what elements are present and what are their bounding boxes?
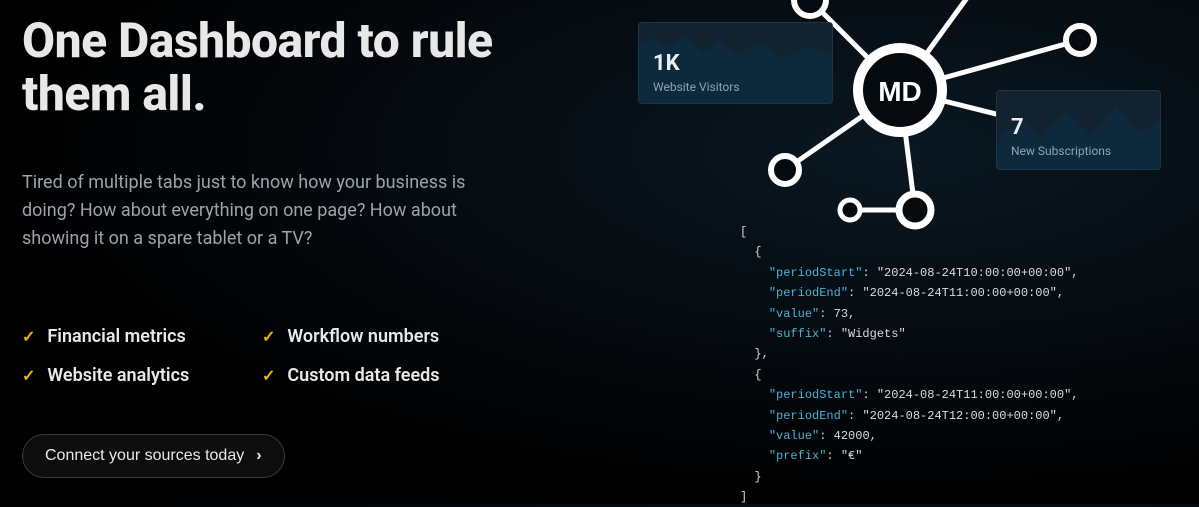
page-subtext: Tired of multiple tabs just to know how …: [22, 169, 502, 254]
stat-value: 1K: [653, 51, 818, 76]
cta-label: Connect your sources today: [45, 447, 244, 465]
stat-card-visitors: 1K Website Visitors: [638, 22, 833, 104]
feature-label: Financial metrics: [47, 326, 185, 347]
stat-label: Website Visitors: [653, 80, 818, 94]
feature-label: Workflow numbers: [287, 326, 439, 347]
stat-card-subscriptions: 7 New Subscriptions: [996, 90, 1161, 170]
feature-list: ✓ Financial metrics ✓ Workflow numbers ✓…: [22, 326, 582, 386]
feature-item: ✓ Custom data feeds: [262, 365, 502, 386]
stat-value: 7: [1011, 115, 1146, 140]
check-icon: ✓: [22, 366, 35, 385]
feature-item: ✓ Website analytics: [22, 365, 262, 386]
feature-label: Custom data feeds: [287, 365, 439, 386]
check-icon: ✓: [262, 327, 275, 346]
check-icon: ✓: [22, 327, 35, 346]
stat-label: New Subscriptions: [1011, 144, 1146, 158]
feature-item: ✓ Financial metrics: [22, 326, 262, 347]
chevron-right-icon: ›: [256, 447, 261, 465]
feature-item: ✓ Workflow numbers: [262, 326, 502, 347]
logo-text: MD: [878, 76, 922, 107]
check-icon: ✓: [262, 366, 275, 385]
feature-label: Website analytics: [47, 365, 189, 386]
connect-sources-button[interactable]: Connect your sources today ›: [22, 434, 285, 478]
json-sample: [ { "periodStart": "2024-08-24T10:00:00+…: [740, 222, 1170, 507]
page-headline: One Dashboard to rule them all.: [22, 15, 582, 121]
